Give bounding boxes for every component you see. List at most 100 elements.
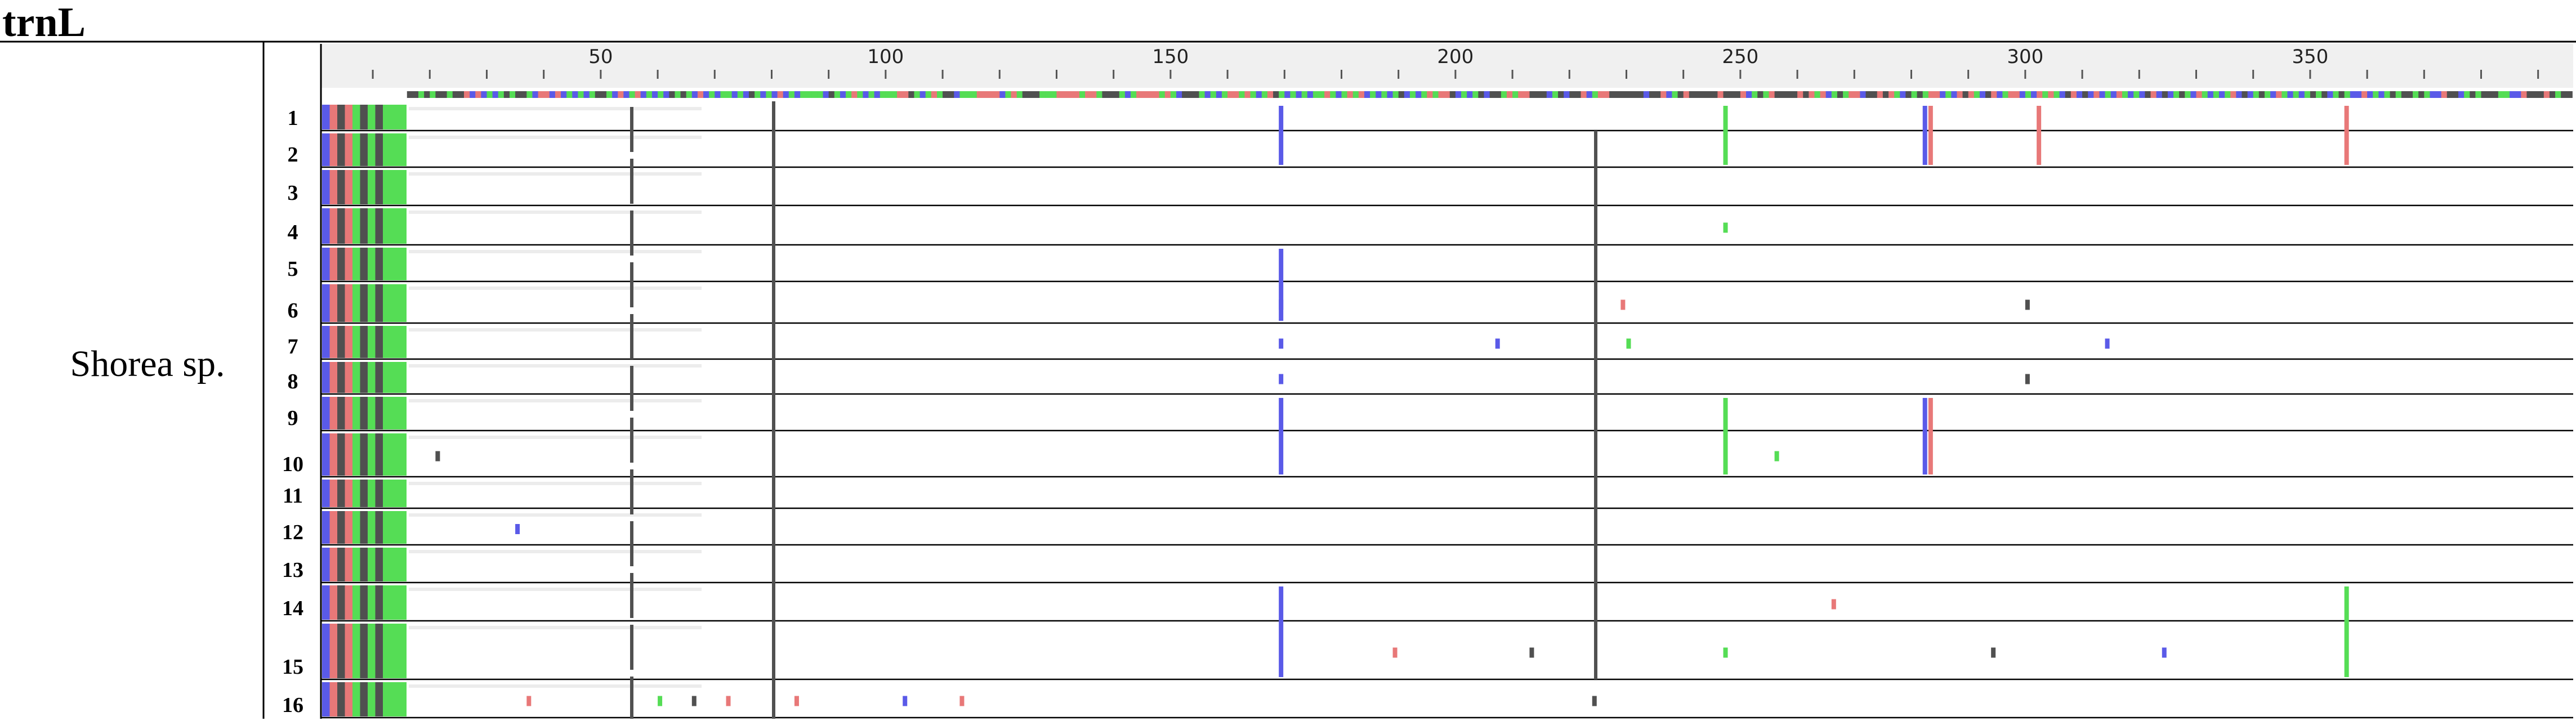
conserved-block [383,548,395,581]
consensus-cell [794,91,801,98]
consensus-cell [1039,91,1046,98]
consensus-cell [2492,91,2499,98]
consensus-cell [561,91,567,98]
consensus-cell [424,91,430,98]
consensus-cell [623,91,630,98]
consensus-cell [481,91,487,98]
consensus-cell [1085,91,1091,98]
variant-site [1774,451,1779,462]
consensus-cell [1541,91,1547,98]
conserved-block [383,105,395,129]
consensus-cell [806,91,812,98]
consensus-cell [2105,91,2111,98]
consensus-cell [2287,91,2294,98]
consensus-cell [2555,91,2561,98]
conserved-block [383,585,395,620]
consensus-cell [959,91,966,98]
consensus-cell [675,91,681,98]
conserved-block [329,624,338,678]
consensus-cell [715,91,721,98]
consensus-cell [2133,91,2140,98]
row-label-16: 16 [282,693,303,717]
conserved-block [394,433,407,476]
conserved-block [337,248,345,280]
conserved-block [329,397,338,429]
conserved-block [375,433,383,476]
conserved-block [368,682,376,716]
consensus-cell [1962,91,1969,98]
consensus-cell [1312,91,1319,98]
consensus-cell [526,91,533,98]
conserved-block [329,284,338,322]
consensus-cell [2008,91,2015,98]
consensus-cell [788,91,795,98]
consensus-cell [2350,91,2356,98]
consensus-cell [680,91,687,98]
consensus-cell [817,91,824,98]
gap-band [409,211,702,214]
alignment-rows [262,42,2573,719]
conserved-block [329,480,338,507]
consensus-cell [566,91,573,98]
consensus-cell [1051,91,1057,98]
gap-band [409,482,702,485]
conserved-block [394,133,407,166]
consensus-cell [1187,91,1194,98]
consensus-cell [1182,91,1188,98]
consensus-cell [1016,91,1023,98]
consensus-cell [532,91,539,98]
consensus-cell [2128,91,2134,98]
consensus-cell [1062,91,1069,98]
conserved-block [352,624,360,678]
consensus-cell [965,91,972,98]
consensus-cell [2099,91,2106,98]
conserved-block [368,133,376,166]
consensus-cell [1524,91,1530,98]
consensus-cell [2538,91,2544,98]
conserved-block [394,397,407,429]
conserved-block [329,548,338,581]
consensus-cell [2486,91,2493,98]
ruler-tick-label: 50 [588,46,613,68]
consensus-cell [509,91,516,98]
consensus-cell [1672,91,1678,98]
conserved-block [337,548,345,581]
consensus-cell [470,91,476,98]
consensus-cell [2264,91,2271,98]
consensus-cell [441,91,448,98]
conserved-block [322,362,330,393]
conserved-block [352,284,360,322]
conserved-block [345,433,353,476]
consensus-cell [2059,91,2066,98]
variant-site [959,696,965,706]
consensus-cell [1889,91,1895,98]
consensus-cell [2464,91,2470,98]
consensus-cell [1352,91,1359,98]
conserved-block [329,248,338,280]
consensus-cell [2145,91,2151,98]
consensus-cell [1119,91,1126,98]
conserved-block [337,585,345,620]
consensus-cell [1444,91,1450,98]
figure-title: trnL [2,0,86,46]
consensus-cell [498,91,505,98]
consensus-cell [1569,91,1575,98]
consensus-cell [1831,91,1838,98]
conserved-block [383,480,395,507]
conserved-block [360,624,368,678]
gap-band [409,399,702,402]
consensus-cell [1164,91,1171,98]
consensus-cell [1991,91,1997,98]
consensus-cell [1489,91,1496,98]
conserved-block [329,511,338,544]
conserved-block [383,433,395,476]
consensus-cell [1296,91,1302,98]
consensus-cell [1712,91,1718,98]
row-label-6: 6 [288,299,298,323]
consensus-cell [1655,91,1661,98]
consensus-cell [1421,91,1427,98]
consensus-cell [2566,91,2573,98]
conserved-block [352,248,360,280]
ruler-tick-label: 300 [2007,46,2043,68]
row-label-15: 15 [282,655,303,679]
